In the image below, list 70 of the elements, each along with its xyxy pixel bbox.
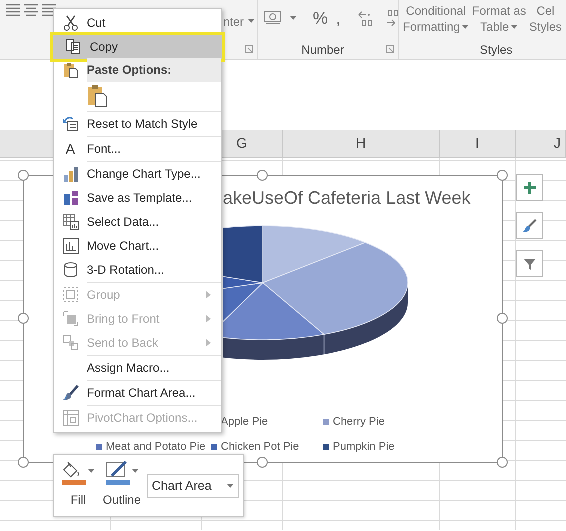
legend-label: Apple Pie	[221, 415, 268, 430]
group-icon	[62, 287, 78, 303]
column-header[interactable]: J	[516, 130, 566, 157]
percent-style-button[interactable]: %	[313, 10, 328, 28]
outline-button[interactable]: Outline	[101, 461, 144, 509]
resize-handle[interactable]	[18, 170, 29, 181]
align-icon[interactable]	[24, 4, 38, 16]
ribbon-button[interactable]: Cel Styles	[529, 3, 562, 35]
dropdown-arrow-icon	[227, 484, 234, 488]
filter-icon	[522, 256, 536, 270]
menu-item[interactable]: 3-D Rotation...	[54, 258, 221, 282]
bring-front-icon	[62, 311, 78, 327]
scissors-icon	[62, 15, 78, 31]
table-icon	[62, 214, 78, 230]
element-dropdown[interactable]: Chart Area	[147, 474, 239, 498]
menu-item[interactable]: Copy	[50, 32, 225, 62]
legend-label: Pumpkin Pie	[333, 440, 395, 454]
menu-item[interactable]: Save as Template...	[54, 186, 221, 210]
plus-icon	[522, 180, 536, 194]
resize-handle[interactable]	[18, 313, 29, 324]
chart-elements-button[interactable]	[516, 174, 543, 201]
fill-button[interactable]: Fill	[60, 461, 97, 509]
resize-handle[interactable]	[497, 170, 508, 181]
template-icon	[62, 190, 78, 206]
group-label: Styles	[480, 42, 513, 59]
column-header[interactable]: H	[283, 130, 440, 157]
resize-handle[interactable]	[18, 457, 29, 468]
bar-chart-icon	[62, 166, 78, 182]
pivot-table-icon	[62, 410, 78, 426]
clipboard-icon	[87, 84, 109, 108]
caret-icon	[248, 19, 255, 23]
dialog-launcher-icon[interactable]	[245, 45, 253, 53]
paint-bucket-icon	[62, 461, 86, 485]
menu-item[interactable]: Format Chart Area...	[54, 381, 221, 405]
ribbon-button[interactable]: Conditional Formatting	[403, 3, 470, 35]
chart-styles-button[interactable]	[516, 212, 543, 239]
caret-icon	[290, 16, 297, 20]
brush-icon	[62, 385, 78, 401]
reset-icon	[62, 116, 78, 132]
resize-handle[interactable]	[497, 457, 508, 468]
copy-icon	[66, 39, 82, 55]
legend-label: Chicken Pot Pie	[221, 440, 300, 454]
menu-item[interactable]: Select Data...	[54, 210, 221, 234]
pen-icon	[106, 461, 130, 485]
align-icon[interactable]	[6, 4, 20, 16]
chart-title: akeUseOf Cafeteria Last Week	[223, 188, 471, 208]
paste-option-button[interactable]	[87, 84, 109, 108]
chart-filters-button[interactable]	[516, 250, 543, 277]
resize-handle[interactable]	[497, 313, 508, 324]
merge-center-button[interactable]: nter	[223, 13, 244, 31]
send-back-icon	[62, 335, 78, 351]
currency-icon[interactable]	[264, 10, 284, 26]
ribbon-button[interactable]: Format as Table	[472, 3, 526, 35]
menu-item[interactable]: Move Chart...	[54, 234, 221, 258]
group-label: Number	[302, 42, 344, 59]
resize-handle[interactable]	[257, 170, 268, 181]
clipboard-icon	[62, 62, 78, 78]
resize-handle[interactable]	[257, 457, 268, 468]
brush-icon	[522, 218, 536, 232]
menu-item[interactable]: Cut	[54, 11, 221, 35]
menu-item[interactable]: Assign Macro...	[54, 356, 221, 380]
column-header[interactable]: I	[440, 130, 516, 157]
chart-box-icon	[62, 238, 78, 254]
font-icon: A	[66, 138, 76, 160]
cylinder-icon	[62, 262, 78, 278]
legend-label: Cherry Pie	[333, 415, 385, 430]
dialog-launcher-icon[interactable]	[386, 45, 394, 53]
legend-label: Meat and Potato Pie	[106, 440, 206, 454]
section-header: Paste Options:	[87, 58, 221, 82]
comma-style-button[interactable]: ,	[336, 10, 341, 28]
